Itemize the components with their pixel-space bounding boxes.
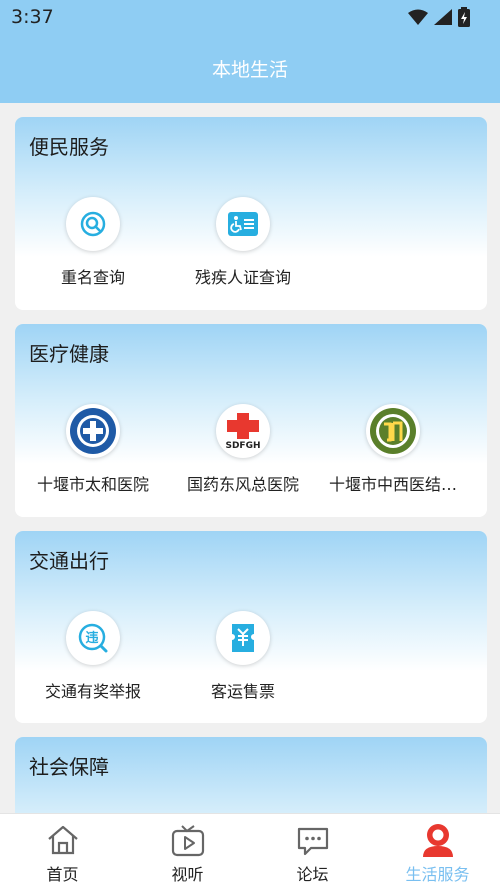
section-social-security: 社会保障 [15,737,487,813]
tv-play-icon [171,822,205,858]
page-title: 本地生活 [211,59,288,81]
svg-text:违: 违 [85,630,98,646]
home-icon [46,822,80,858]
bottom-tab-bar: 首页 视听 论坛 生活服务 [0,813,500,889]
wifi-icon [408,9,428,25]
status-icons [408,7,470,27]
service-label: 十堰市中西医结… [328,475,457,494]
service-label: 交通有奖举报 [44,682,141,701]
service-traffic-report[interactable]: 违 交通有奖举报 [18,611,168,711]
status-bar: 3:37 [0,0,500,34]
section-health: 医疗健康 十堰市太和医院 SDFGH 国药东风总医院 十堰市中西医结… [15,324,487,517]
tab-forum[interactable]: 论坛 [250,814,375,889]
tcm-hospital-logo [366,404,420,458]
status-time: 3:37 [11,6,54,28]
svg-text:SDFGH: SDFGH [225,441,260,451]
violation-report-icon: 违 [66,611,120,665]
life-service-icon [420,822,456,858]
battery-icon [458,7,470,27]
signal-icon [434,9,452,25]
ticket-icon [216,611,270,665]
chat-icon [296,822,330,858]
tab-label: 视听 [171,865,204,884]
disability-card-icon [216,197,270,251]
tab-label: 生活服务 [405,865,470,884]
app-header: 3:37 本地生活 [0,0,500,103]
search-doc-icon [66,197,120,251]
section-title: 便民服务 [29,135,109,159]
section-title: 社会保障 [29,755,109,779]
section-title: 交通出行 [29,549,109,573]
tab-label: 论坛 [296,865,329,884]
service-list[interactable]: 便民服务 重名查询 残疾人证查询 医疗健康 十堰市太和医院 SDFGH 国药东风… [0,103,500,813]
service-label: 十堰市太和医院 [36,475,149,494]
service-label: 重名查询 [60,268,125,287]
service-name-query[interactable]: 重名查询 [18,197,168,297]
service-label: 国药东风总医院 [186,475,299,494]
service-bus-ticket[interactable]: 客运售票 [168,611,318,711]
service-tcm-hospital[interactable]: 十堰市中西医结… [318,404,468,504]
service-label: 客运售票 [210,682,275,701]
section-convenience: 便民服务 重名查询 残疾人证查询 [15,117,487,310]
section-traffic: 交通出行 违 交通有奖举报 客运售票 [15,531,487,723]
service-dongfeng-hospital[interactable]: SDFGH 国药东风总医院 [168,404,318,504]
tab-life-service[interactable]: 生活服务 [375,814,500,889]
section-title: 医疗健康 [29,342,109,366]
service-taihe-hospital[interactable]: 十堰市太和医院 [18,404,168,504]
tab-label: 首页 [46,865,79,884]
sdfgh-logo: SDFGH [216,404,270,458]
service-disability-query[interactable]: 残疾人证查询 [168,197,318,297]
taihe-hospital-logo [66,404,120,458]
tab-home[interactable]: 首页 [0,814,125,889]
service-label: 残疾人证查询 [194,268,291,287]
tab-video[interactable]: 视听 [125,814,250,889]
